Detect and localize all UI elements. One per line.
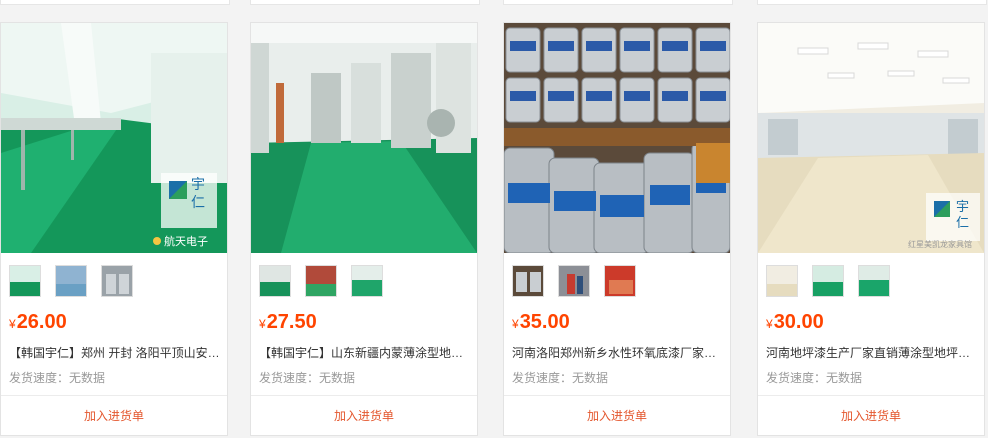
product-title[interactable]: 【韩国宇仁】郑州 开封 洛阳平顶山安阳环氧树脂地坪漆 (9, 344, 221, 362)
add-to-purchase-list-button[interactable]: 加入进货单 (504, 395, 730, 436)
product-title[interactable]: 河南地坪漆生产厂家直销薄涂型地坪漆环氧树脂 (766, 344, 978, 362)
price-value: 35.00 (519, 311, 570, 333)
add-to-purchase-list-button[interactable]: 加入进货单 (1, 395, 227, 436)
thumbnail[interactable] (259, 265, 291, 297)
currency-symbol: ¥ (259, 317, 266, 331)
watermark-dot-icon (153, 237, 161, 245)
thumbnail[interactable] (351, 265, 383, 297)
price: ¥27.50 (259, 309, 317, 335)
product-card[interactable]: ¥35.00 河南洛阳郑州新乡水性环氧底漆厂家直销地坪漆 发货速度：无数据 加入… (503, 22, 731, 436)
thumbnail[interactable] (812, 265, 844, 297)
add-to-purchase-list-button[interactable]: 加入进货单 (758, 395, 984, 436)
previous-row-edge (503, 0, 733, 5)
thumbnail[interactable] (9, 265, 41, 297)
product-image[interactable] (251, 23, 477, 253)
product-card[interactable]: ¥27.50 【韩国宇仁】山东新疆内蒙薄涂型地坪漆环氧地坪漆 发货速度：无数据 … (250, 22, 478, 436)
price-value: 27.50 (266, 311, 317, 333)
currency-symbol: ¥ (766, 317, 773, 331)
product-title[interactable]: 河南洛阳郑州新乡水性环氧底漆厂家直销地坪漆 (512, 344, 724, 362)
product-card[interactable]: 宇仁 红星美凯龙家具馆 ¥30.00 河南地坪漆生产厂家直销薄涂型地坪漆环氧树脂… (757, 22, 985, 436)
price: ¥35.00 (512, 309, 570, 335)
thumbnail[interactable] (101, 265, 133, 297)
shipping-speed: 发货速度：无数据 (259, 371, 356, 385)
product-image[interactable]: 宇仁 红星美凯龙家具馆 (758, 23, 984, 253)
price-value: 30.00 (773, 311, 824, 333)
thumbnail[interactable] (858, 265, 890, 297)
add-to-purchase-list-button[interactable]: 加入进货单 (251, 395, 477, 436)
product-card[interactable]: 宇仁 航天电子 ¥26.00 【韩国宇仁】郑州 开封 洛阳平顶山安阳环氧树脂地坪… (0, 22, 228, 436)
product-image[interactable] (504, 23, 730, 253)
price: ¥26.00 (9, 309, 67, 335)
previous-row-edge (757, 0, 987, 5)
thumbnail[interactable] (55, 265, 87, 297)
currency-symbol: ¥ (512, 317, 519, 331)
shipping-speed: 发货速度：无数据 (766, 371, 863, 385)
thumbnail[interactable] (766, 265, 798, 297)
thumbnail[interactable] (558, 265, 590, 297)
shipping-speed: 发货速度：无数据 (9, 371, 106, 385)
image-watermark: 红星美凯龙家具馆 (908, 240, 972, 249)
price: ¥30.00 (766, 309, 824, 335)
image-watermark: 航天电子 (153, 233, 208, 249)
currency-symbol: ¥ (9, 317, 16, 331)
previous-row-edge (0, 0, 230, 5)
brand-logo: 宇仁 (191, 176, 205, 210)
product-image[interactable]: 宇仁 航天电子 (1, 23, 227, 253)
thumbnail[interactable] (604, 265, 636, 297)
product-title[interactable]: 【韩国宇仁】山东新疆内蒙薄涂型地坪漆环氧地坪漆 (259, 344, 471, 362)
price-value: 26.00 (16, 311, 67, 333)
previous-row-edge (250, 0, 480, 5)
thumbnail[interactable] (305, 265, 337, 297)
shipping-speed: 发货速度：无数据 (512, 371, 609, 385)
brand-logo: 宇仁 (956, 199, 970, 230)
thumbnail[interactable] (512, 265, 544, 297)
